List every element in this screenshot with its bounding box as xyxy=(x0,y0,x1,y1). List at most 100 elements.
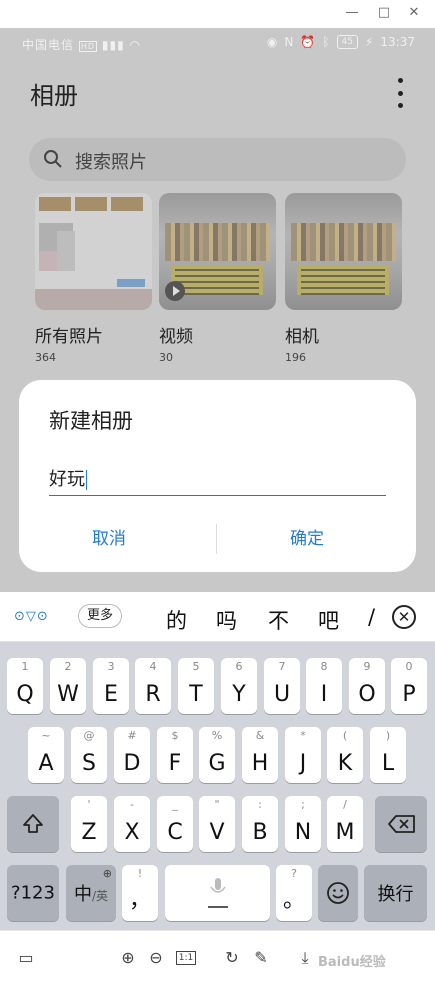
album-thumbnail xyxy=(285,193,402,310)
watermark-logo: Baidu经验 xyxy=(318,955,386,970)
viewer-toolbar: ▭ ⊕ ⊖ 1:1 ↻ ✎ ⤓ Baidu经验 xyxy=(0,930,435,988)
backspace-icon xyxy=(388,815,415,833)
comma-key[interactable]: !， xyxy=(122,865,158,921)
language-switch-key[interactable]: ⊕ 中/英 xyxy=(66,865,116,921)
search-icon xyxy=(44,150,62,168)
key-g[interactable]: % G xyxy=(199,727,235,783)
album-all-photos[interactable]: 所有照片 364 xyxy=(35,193,152,364)
key-a[interactable]: ~ A xyxy=(28,727,64,783)
key-z[interactable]: ' Z xyxy=(71,796,107,852)
maximize-button[interactable]: □ xyxy=(374,4,394,22)
key-p[interactable]: 0P xyxy=(391,658,427,714)
album-name: 相机 xyxy=(285,327,319,347)
key-m[interactable]: / M xyxy=(327,796,363,852)
bluetooth-icon: ᛒ xyxy=(322,35,330,49)
space-key[interactable] xyxy=(165,865,270,921)
battery-icon: 45 xyxy=(336,35,358,49)
gallery-screen: 中国电信 HD ▮▮▮ ◠ ◉ N ⏰ ᛒ 45 ⚡ 13:37 相册 搜索照片 xyxy=(0,28,435,592)
confirm-button[interactable]: 确定 xyxy=(217,524,397,549)
key-t[interactable]: 5T xyxy=(178,658,214,714)
candidate-word[interactable]: 吧 xyxy=(318,605,339,635)
key-d[interactable]: # D xyxy=(114,727,150,783)
candidate-word[interactable]: 吗 xyxy=(216,605,237,635)
key-s[interactable]: @ S xyxy=(71,727,107,783)
key-l[interactable]: ) L xyxy=(370,727,406,783)
soft-keyboard: 1Q 2W 3E 4R 5T 6Y 7U 8I 9O 0P ~ A @ S # D $… xyxy=(0,642,435,930)
more-candidates-button[interactable]: 更多 xyxy=(78,604,123,628)
emoji-icon xyxy=(327,882,349,904)
candidate-bar: ⊙▽⊙ 更多 的 吗 不 吧 / ✕ xyxy=(0,592,435,642)
key-u[interactable]: 7U xyxy=(264,658,300,714)
emoji-key[interactable] xyxy=(318,865,358,921)
wifi-icon: ◠ xyxy=(129,38,141,52)
new-album-dialog: 新建相册 好玩 取消 确定 xyxy=(19,380,416,572)
search-bar[interactable]: 搜索照片 xyxy=(29,138,406,181)
key-o[interactable]: 9O xyxy=(349,658,385,714)
text-caret xyxy=(86,470,87,490)
album-count: 196 xyxy=(285,351,306,364)
album-thumbnail xyxy=(159,193,276,310)
microphone-icon xyxy=(208,878,228,908)
key-q[interactable]: 1Q xyxy=(7,658,43,714)
charging-icon: ⚡ xyxy=(364,35,374,49)
minimize-button[interactable]: — xyxy=(342,4,362,22)
key-j[interactable]: * J xyxy=(285,727,321,783)
key-c[interactable]: _ C xyxy=(157,796,193,852)
shift-icon xyxy=(23,814,43,833)
album-name: 所有照片 xyxy=(35,327,103,347)
key-b[interactable]: :B xyxy=(242,796,278,852)
backspace-key[interactable] xyxy=(375,796,427,852)
signal-icon: ▮▮▮ xyxy=(101,38,125,52)
eye-icon: ◉ xyxy=(266,35,278,49)
key-n[interactable]: ; N xyxy=(285,796,321,852)
close-keyboard-icon[interactable]: ✕ xyxy=(392,605,416,629)
key-w[interactable]: 2W xyxy=(50,658,86,714)
key-k[interactable]: (K xyxy=(327,727,363,783)
album-count: 30 xyxy=(159,351,173,364)
actual-size-icon[interactable]: 1:1 xyxy=(176,951,196,965)
album-name-input[interactable]: 好玩 xyxy=(49,462,386,496)
clock-label: 13:37 xyxy=(380,35,415,49)
album-thumbnail xyxy=(35,193,152,310)
album-videos[interactable]: 视频 30 xyxy=(159,193,276,364)
cancel-button[interactable]: 取消 xyxy=(19,524,199,549)
key-h[interactable]: & H xyxy=(242,727,278,783)
candidate-word[interactable]: 的 xyxy=(166,605,187,635)
key-e[interactable]: 3E xyxy=(93,658,129,714)
key-y[interactable]: 6Y xyxy=(221,658,257,714)
network-badge: HD xyxy=(78,41,98,52)
page-title: 相册 xyxy=(30,82,78,110)
download-icon[interactable]: ⤓ xyxy=(295,948,315,968)
key-v[interactable]: " V xyxy=(199,796,235,852)
album-name-value: 好玩 xyxy=(49,469,85,490)
keyboard-toolbar-toggle-icon[interactable]: ⊙▽⊙ xyxy=(14,609,49,624)
zoom-in-icon[interactable]: ⊕ xyxy=(118,948,138,968)
alarm-icon: ⏰ xyxy=(300,35,316,49)
album-camera[interactable]: 相机 196 xyxy=(285,193,402,364)
album-name: 视频 xyxy=(159,327,193,347)
numbers-symbols-key[interactable]: ?123 xyxy=(7,865,59,921)
enter-key[interactable]: 换行 xyxy=(364,865,427,921)
edit-pencil-icon[interactable]: ✎ xyxy=(251,948,271,968)
period-key[interactable]: ?。 xyxy=(276,865,312,921)
key-i[interactable]: 8I xyxy=(306,658,342,714)
play-icon xyxy=(165,281,185,301)
thumbnail-view-icon[interactable]: ▭ xyxy=(16,948,36,968)
dialog-title: 新建相册 xyxy=(49,409,133,433)
globe-icon: ⊕ xyxy=(102,867,112,880)
key-x[interactable]: -X xyxy=(114,796,150,852)
rotate-icon[interactable]: ↻ xyxy=(222,948,242,968)
candidate-word[interactable]: / xyxy=(368,605,375,629)
carrier-label: 中国电信 xyxy=(22,38,75,52)
window-titlebar: — □ ✕ xyxy=(0,0,435,28)
shift-key[interactable] xyxy=(7,796,59,852)
close-window-button[interactable]: ✕ xyxy=(404,4,424,22)
key-r[interactable]: 4R xyxy=(135,658,171,714)
more-options-icon[interactable] xyxy=(390,78,410,108)
zoom-out-icon[interactable]: ⊖ xyxy=(146,948,166,968)
album-count: 364 xyxy=(35,351,56,364)
status-bar: 中国电信 HD ▮▮▮ ◠ ◉ N ⏰ ᛒ 45 ⚡ 13:37 xyxy=(0,28,435,58)
nfc-icon: N xyxy=(284,35,294,49)
key-f[interactable]: $ F xyxy=(157,727,193,783)
candidate-word[interactable]: 不 xyxy=(268,605,289,635)
